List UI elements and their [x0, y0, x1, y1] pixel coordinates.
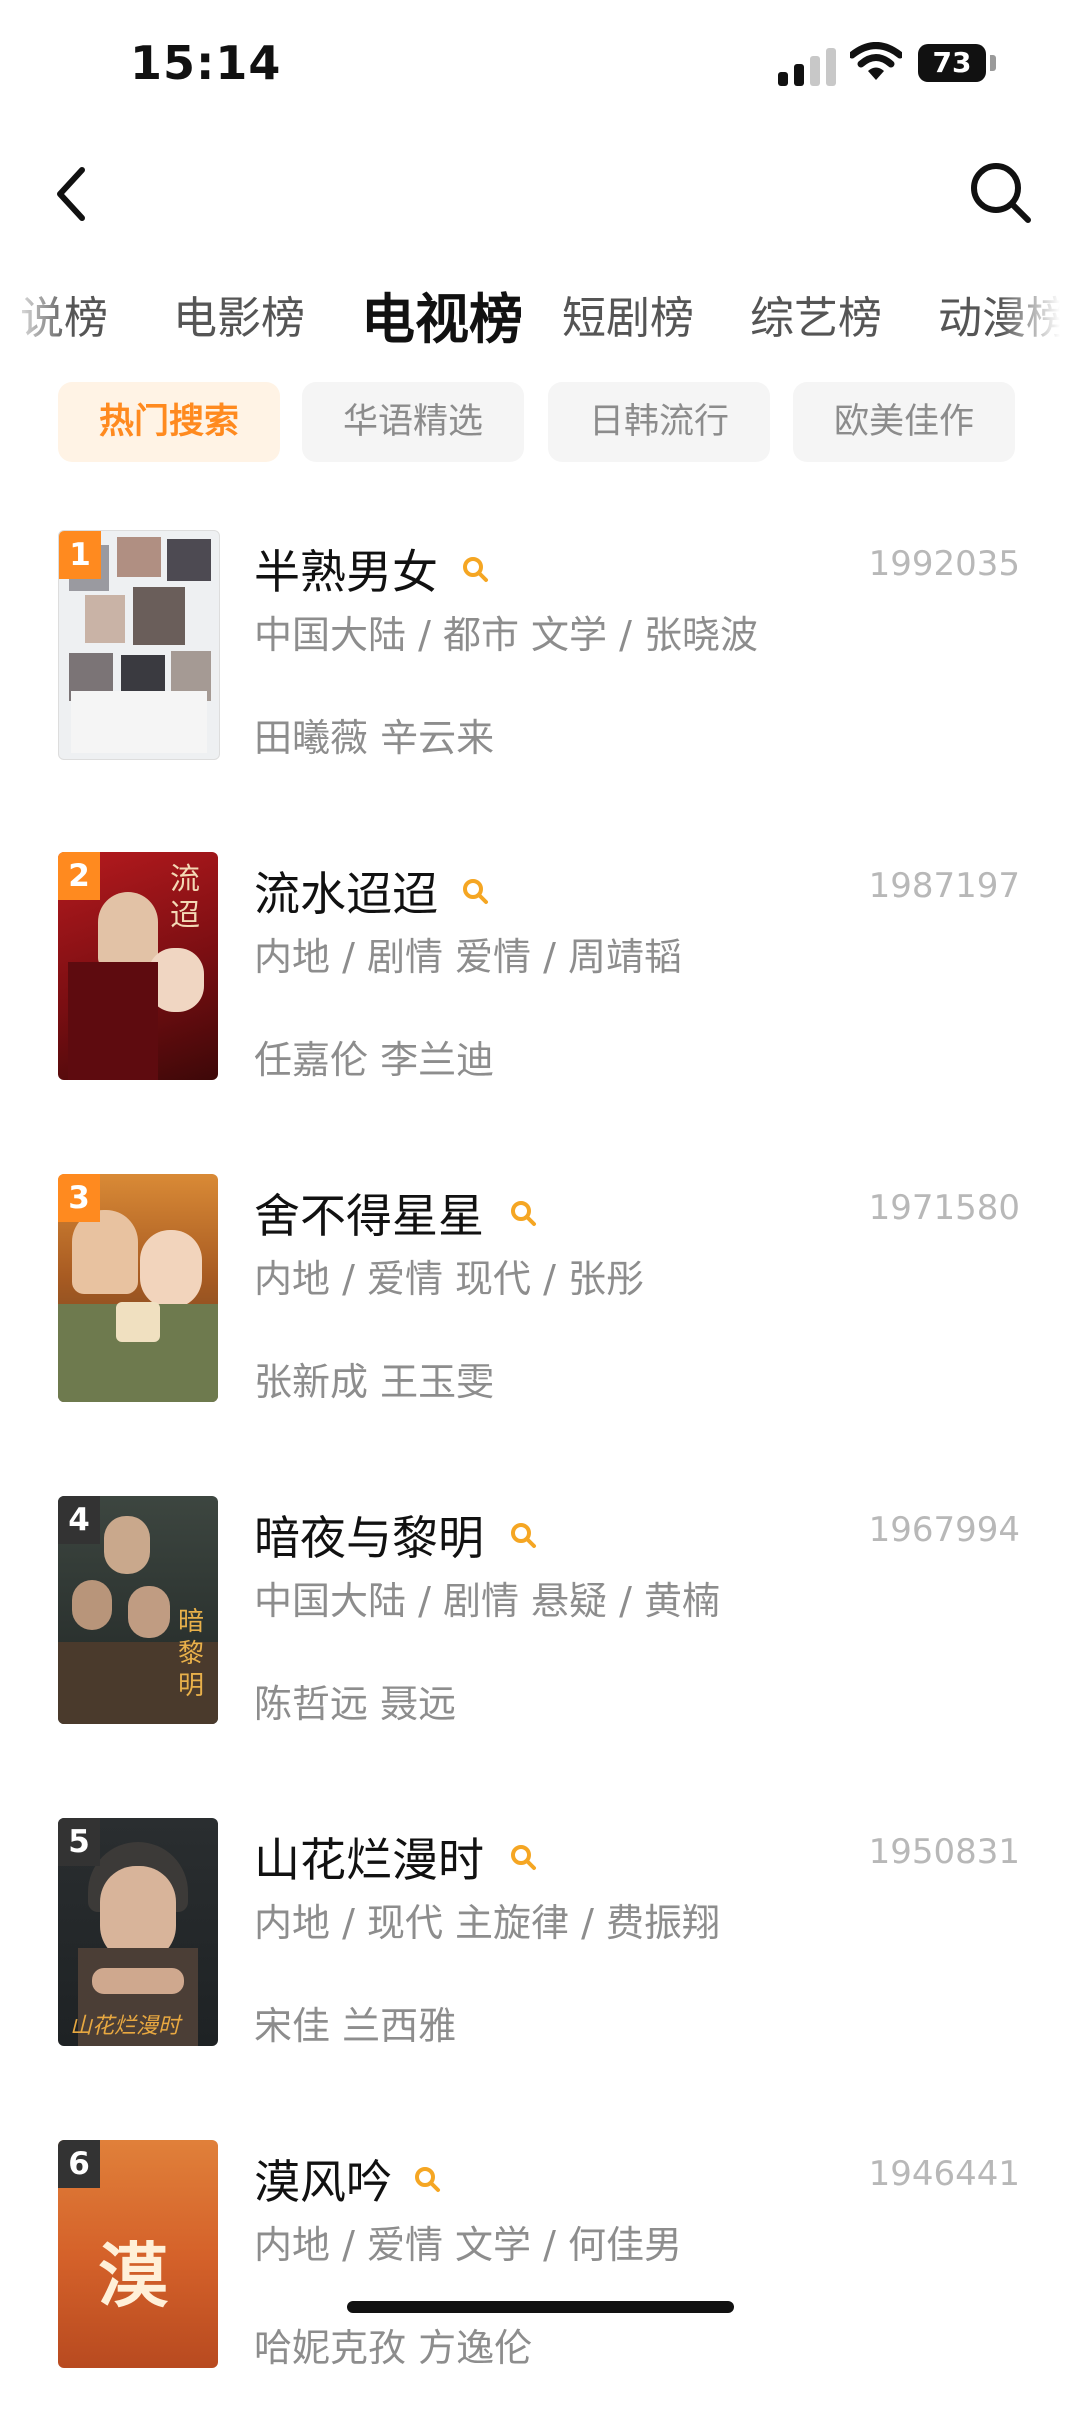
poster-calligraphy: 山花烂漫时 [70, 2014, 181, 2039]
item-cast: 宋佳 兰西雅 [254, 2004, 457, 2048]
item-title[interactable]: 山花烂漫时 [254, 1824, 484, 1890]
chip-western[interactable]: 欧美佳作 [793, 382, 1015, 462]
poster-calligraphy: 流迢 [170, 862, 200, 933]
item-cast: 张新成 王玉雯 [254, 1360, 495, 1404]
list-item[interactable]: 山花烂漫时 5 山花烂漫时 1950831 内地 / 现代 主旋律 / 费振翔 … [0, 1808, 1080, 2108]
item-meta: 中国大陆 / 都市 文学 / 张晓波 [254, 613, 759, 657]
item-meta: 内地 / 爱情 文学 / 何佳男 [254, 2223, 683, 2267]
item-cast: 任嘉伦 李兰迪 [254, 1038, 495, 1082]
item-cast: 田曦薇 辛云来 [254, 716, 495, 760]
list-item[interactable]: 3 舍不得星星 1971580 内地 / 爱情 现代 / 张彤 张新成 王玉雯 [0, 1164, 1080, 1464]
home-indicator[interactable] [347, 2301, 734, 2313]
poster-calligraphy: 暗黎明 [178, 1607, 205, 1701]
list-item[interactable]: 漠 6 漠风吟 1946441 内地 / 爱情 文学 / 何佳男 哈妮克孜 方逸… [0, 2130, 1080, 2430]
item-meta: 内地 / 爱情 现代 / 张彤 [254, 1257, 645, 1301]
battery-icon: 73 [918, 44, 986, 82]
poster-image[interactable]: 3 [58, 1174, 218, 1402]
tab-short-drama-chart[interactable]: 短剧榜 [562, 282, 694, 346]
item-cast: 陈哲远 聂远 [254, 1682, 457, 1726]
tabs-fade-right [1000, 262, 1080, 358]
back-button[interactable] [40, 156, 110, 232]
tabs-fade-left [0, 262, 70, 358]
item-meta: 内地 / 剧情 爱情 / 周靖韬 [254, 935, 683, 979]
chip-japan-korea[interactable]: 日韩流行 [548, 382, 770, 462]
signal-icon [778, 48, 840, 86]
tab-variety-chart[interactable]: 综艺榜 [750, 282, 882, 346]
search-icon [971, 163, 1031, 223]
item-title[interactable]: 漠风吟 [254, 2146, 392, 2212]
search-icon[interactable] [460, 554, 490, 584]
status-bar: 15:14 73 [0, 0, 1080, 130]
poster-image[interactable]: 1 [58, 530, 220, 760]
tab-tv-chart[interactable]: 电视榜 [361, 275, 523, 354]
item-title[interactable]: 流水迢迢 [254, 858, 438, 924]
item-title[interactable]: 半熟男女 [254, 536, 438, 602]
hot-count: 1992035 [868, 544, 1020, 584]
search-icon[interactable] [508, 1520, 538, 1550]
item-cast: 哈妮克孜 方逸伦 [254, 2326, 533, 2370]
rank-badge: 5 [58, 1818, 100, 1866]
hot-count: 1971580 [868, 1188, 1020, 1228]
item-meta: 中国大陆 / 剧情 悬疑 / 黄楠 [254, 1579, 721, 1623]
hot-count: 1950831 [868, 1832, 1020, 1872]
hot-count: 1987197 [868, 866, 1020, 906]
item-title[interactable]: 舍不得星星 [254, 1180, 484, 1246]
poster-image[interactable]: 漠 6 [58, 2140, 218, 2368]
chip-hot-search[interactable]: 热门搜索 [58, 382, 280, 462]
list-item[interactable]: 暗黎明 4 暗夜与黎明 1967994 中国大陆 / 剧情 悬疑 / 黄楠 陈哲… [0, 1486, 1080, 1786]
wifi-icon [848, 42, 904, 82]
battery-tip [990, 55, 996, 71]
nav-bar [0, 130, 1080, 260]
search-icon[interactable] [460, 876, 490, 906]
tab-movie-chart[interactable]: 电影榜 [173, 282, 305, 346]
search-button[interactable] [966, 158, 1036, 228]
rank-badge: 6 [58, 2140, 100, 2188]
filter-chips: 热门搜索 华语精选 日韩流行 欧美佳作 [0, 382, 1080, 466]
poster-calligraphy: 漠 [98, 2235, 168, 2317]
rank-badge: 3 [58, 1174, 100, 1222]
rank-badge: 4 [58, 1496, 100, 1544]
poster-image[interactable]: 山花烂漫时 5 [58, 1818, 218, 2046]
rank-badge: 1 [59, 531, 101, 579]
poster-image[interactable]: 暗黎明 4 [58, 1496, 218, 1724]
status-time: 15:14 [130, 36, 282, 90]
hot-count: 1946441 [868, 2154, 1020, 2194]
category-tabs: 说榜 电影榜 电视榜 短剧榜 综艺榜 动漫榜 [0, 262, 1080, 358]
search-icon[interactable] [508, 1198, 538, 1228]
list-item[interactable]: 流迢 2 流水迢迢 1987197 内地 / 剧情 爱情 / 周靖韬 任嘉伦 李… [0, 842, 1080, 1142]
search-icon[interactable] [508, 1842, 538, 1872]
item-title[interactable]: 暗夜与黎明 [254, 1502, 484, 1568]
chevron-left-icon [57, 167, 85, 221]
list-item[interactable]: 1 半熟男女 1992035 中国大陆 / 都市 文学 / 张晓波 田曦薇 辛云… [0, 520, 1080, 820]
poster-image[interactable]: 流迢 2 [58, 852, 218, 1080]
hot-count: 1967994 [868, 1510, 1020, 1550]
chip-chinese-picks[interactable]: 华语精选 [302, 382, 524, 462]
rank-badge: 2 [58, 852, 100, 900]
item-meta: 内地 / 现代 主旋律 / 费振翔 [254, 1901, 721, 1945]
search-icon[interactable] [412, 2164, 442, 2194]
